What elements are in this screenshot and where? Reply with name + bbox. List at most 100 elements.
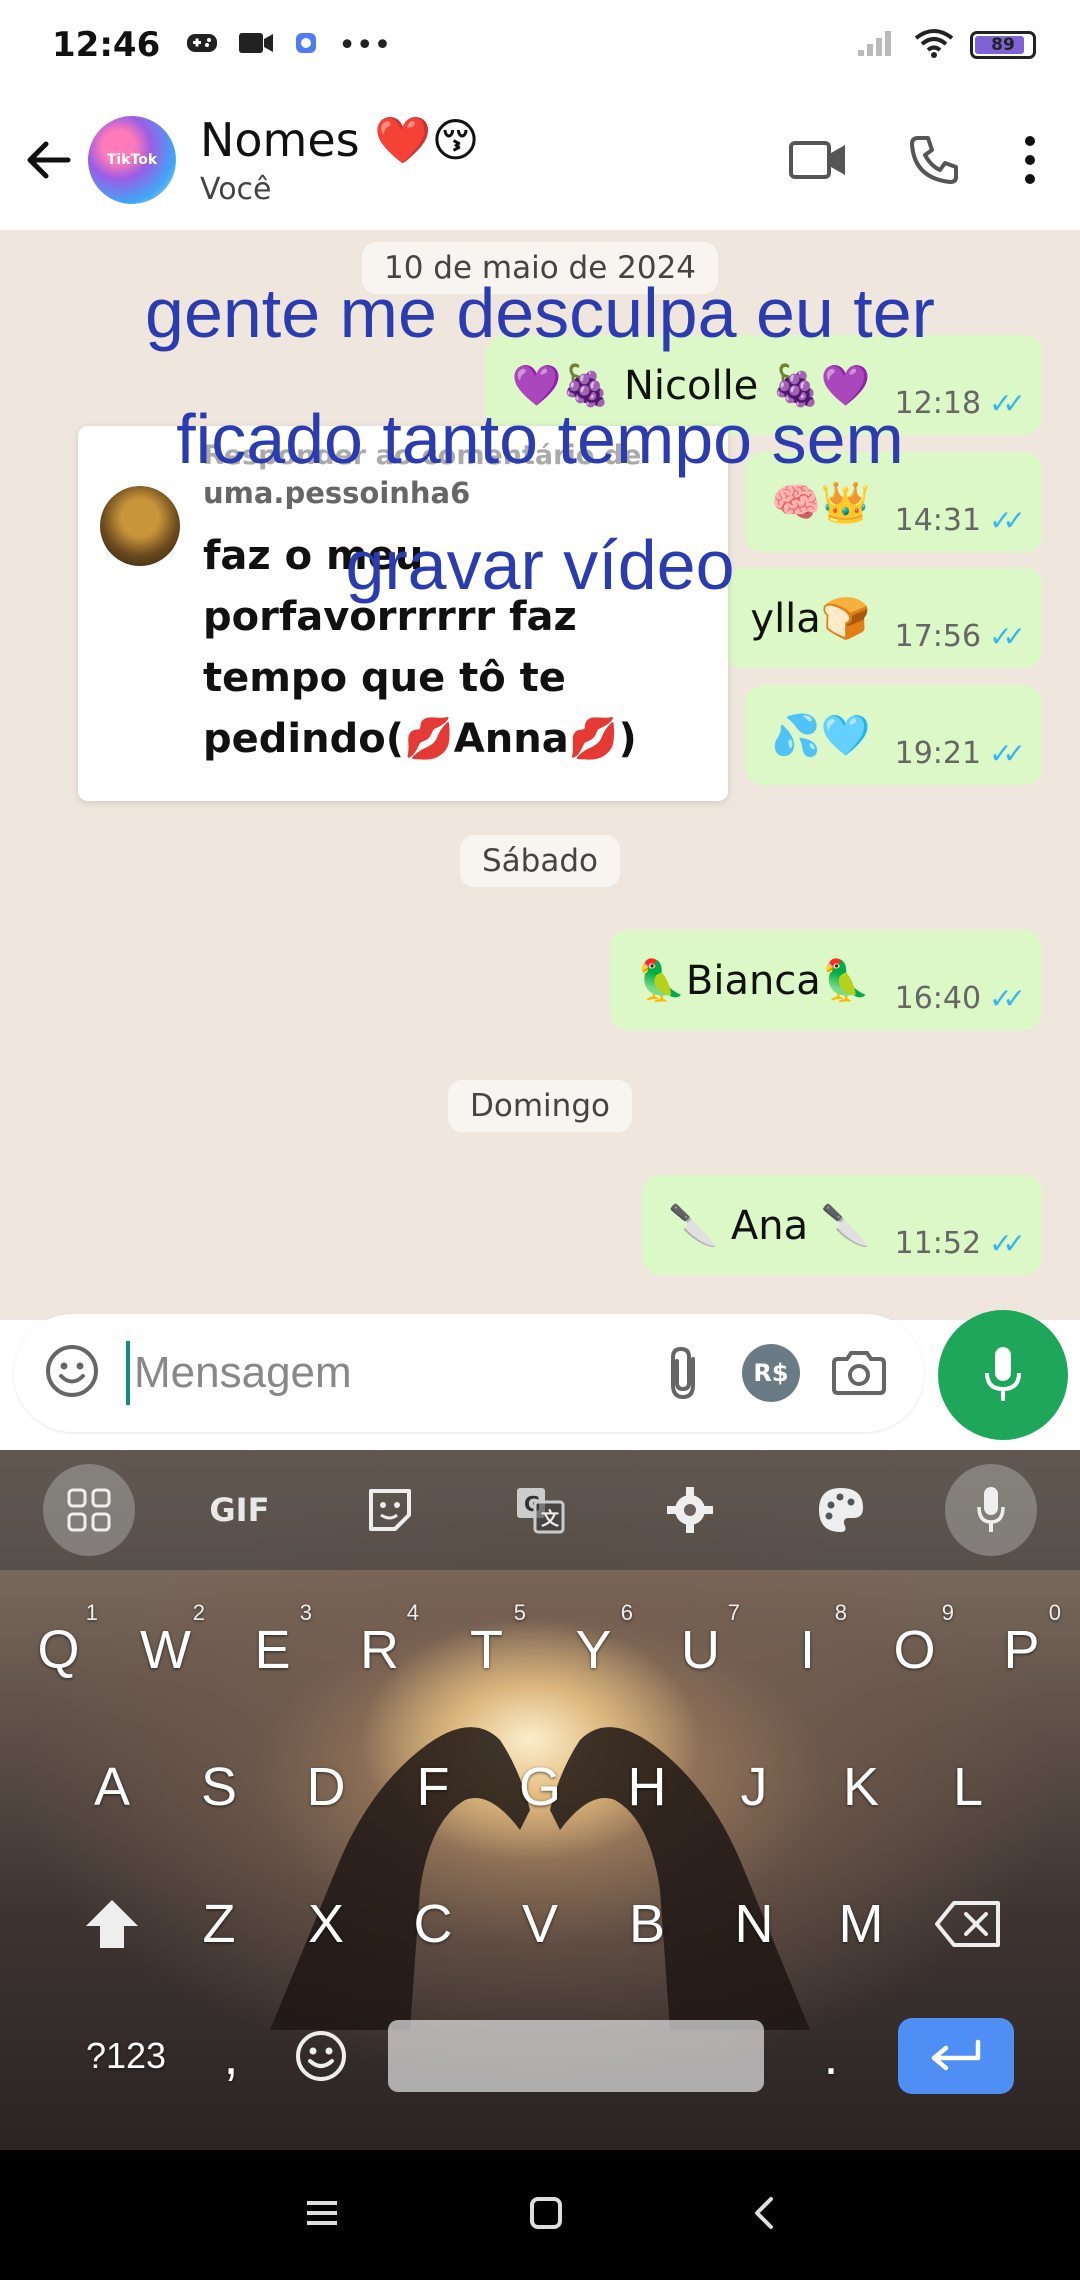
message-bubble[interactable]: 💜🍇 Nicolle 🍇💜 12:18 ✓✓ xyxy=(485,335,1042,435)
commenter-avatar xyxy=(100,486,180,566)
key-a[interactable]: A xyxy=(59,1727,166,1847)
key-q[interactable]: Q1 xyxy=(5,1590,112,1710)
key-r[interactable]: R4 xyxy=(326,1590,433,1710)
chat-header: TikTok Nomes ❤️😚 Você xyxy=(0,90,1080,230)
read-ticks-icon: ✓✓ xyxy=(989,1227,1026,1260)
key-period[interactable]: . xyxy=(786,1996,876,2116)
key-p[interactable]: P0 xyxy=(968,1590,1075,1710)
message-text: 🔪 Ana 🔪 xyxy=(668,1202,871,1249)
message-bubble[interactable]: 🦜Bianca🦜 16:40 ✓✓ xyxy=(610,930,1042,1030)
key-c[interactable]: C xyxy=(380,1864,487,1984)
payment-icon[interactable]: R$ xyxy=(736,1338,806,1408)
menu-kebab-icon[interactable] xyxy=(1010,120,1050,200)
enter-key[interactable] xyxy=(898,2018,1014,2094)
message-bubble[interactable]: 🔪 Ana 🔪 11:52 ✓✓ xyxy=(642,1175,1042,1275)
key-i[interactable]: I8 xyxy=(754,1590,861,1710)
keyboard-emoji-icon[interactable] xyxy=(276,1996,366,2116)
tiktok-reply-card: Responder ao comentário de uma.pessoinha… xyxy=(78,426,728,801)
spacebar[interactable] xyxy=(388,2020,764,2092)
keyboard-mic-icon[interactable] xyxy=(944,1464,1037,1556)
key-o[interactable]: O9 xyxy=(861,1590,968,1710)
key-u[interactable]: U7 xyxy=(647,1590,754,1710)
read-ticks-icon: ✓✓ xyxy=(989,620,1026,653)
signal-icon xyxy=(856,28,898,62)
gear-icon[interactable] xyxy=(644,1464,736,1556)
read-ticks-icon: ✓✓ xyxy=(989,504,1026,537)
enter-icon xyxy=(931,2039,981,2071)
message-time: 14:31 xyxy=(894,503,982,538)
voice-message-button[interactable] xyxy=(938,1310,1068,1440)
key-h[interactable]: H xyxy=(594,1727,701,1847)
key-row-2: A S D F G H J K L xyxy=(0,1727,1080,1847)
more-dots-icon: ••• xyxy=(338,27,392,63)
read-ticks-icon: ✓✓ xyxy=(989,982,1026,1015)
key-j[interactable]: J xyxy=(701,1727,808,1847)
camera-icon[interactable] xyxy=(824,1338,894,1408)
date-separator: 10 de maio de 2024 xyxy=(361,242,719,294)
emoji-icon[interactable] xyxy=(44,1343,100,1403)
date-separator: Domingo xyxy=(448,1080,632,1132)
key-k[interactable]: K xyxy=(808,1727,915,1847)
app-icon xyxy=(294,28,318,63)
message-bubble[interactable]: 🧠👑 14:31 ✓✓ xyxy=(745,452,1042,552)
palette-icon[interactable] xyxy=(795,1464,887,1556)
key-comma[interactable]: , xyxy=(186,1996,276,2116)
backspace-icon[interactable] xyxy=(915,1864,1022,1984)
system-nav-bar xyxy=(0,2150,1080,2280)
message-bubble[interactable]: ylla🍞 17:56 ✓✓ xyxy=(724,568,1042,668)
key-symbols[interactable]: ?123 xyxy=(66,1996,186,2116)
key-row-3: Z X C V B N M xyxy=(0,1864,1080,1984)
key-row-1: Q1 W2 E3 R4 T5 Y6 U7 I8 O9 P0 xyxy=(0,1590,1080,1710)
key-m[interactable]: M xyxy=(808,1864,915,1984)
message-time: 16:40 xyxy=(894,981,982,1016)
key-x[interactable]: X xyxy=(273,1864,380,1984)
key-l[interactable]: L xyxy=(915,1727,1022,1847)
message-time: 12:18 xyxy=(894,386,982,421)
key-t[interactable]: T5 xyxy=(433,1590,540,1710)
apps-icon[interactable] xyxy=(43,1464,136,1556)
message-time: 17:56 xyxy=(894,619,982,654)
home-square-icon[interactable] xyxy=(529,2196,563,2234)
sticker-icon[interactable] xyxy=(344,1464,436,1556)
message-text: 🦜Bianca🦜 xyxy=(636,957,871,1004)
wifi-icon xyxy=(914,28,954,62)
attach-paperclip-icon[interactable] xyxy=(648,1338,718,1408)
status-bar: 12:46 ••• 89 xyxy=(0,0,1080,90)
video-camera-icon xyxy=(238,28,274,63)
message-text: 🧠👑 xyxy=(771,479,871,526)
avatar[interactable]: TikTok xyxy=(88,116,176,204)
chat-title-block[interactable]: Nomes ❤️😚 Você xyxy=(200,113,479,207)
voice-call-icon[interactable] xyxy=(894,120,974,200)
key-y[interactable]: Y6 xyxy=(540,1590,647,1710)
key-d[interactable]: D xyxy=(273,1727,380,1847)
key-w[interactable]: W2 xyxy=(112,1590,219,1710)
key-f[interactable]: F xyxy=(380,1727,487,1847)
comment-text: faz o meu porfavorrrrrr faz tempo que tô… xyxy=(203,533,637,762)
avatar-label: TikTok xyxy=(106,152,158,168)
svg-text:文: 文 xyxy=(541,1508,560,1530)
shift-icon[interactable] xyxy=(59,1864,166,1984)
commenter-username: uma.pessoinha6 xyxy=(203,476,471,510)
message-input[interactable] xyxy=(134,1348,630,1398)
key-g[interactable]: G xyxy=(487,1727,594,1847)
message-text: 💦🩵 xyxy=(771,712,871,759)
key-v[interactable]: V xyxy=(487,1864,594,1984)
read-ticks-icon: ✓✓ xyxy=(989,737,1026,770)
message-bubble[interactable]: 💦🩵 19:21 ✓✓ xyxy=(745,685,1042,785)
message-time: 11:52 xyxy=(894,1226,982,1261)
gif-button[interactable]: GIF xyxy=(193,1464,285,1556)
key-z[interactable]: Z xyxy=(166,1864,273,1984)
video-call-icon[interactable] xyxy=(778,120,858,200)
back-triangle-icon[interactable] xyxy=(753,2196,775,2234)
chat-subtitle: Você xyxy=(200,172,272,207)
key-e[interactable]: E3 xyxy=(219,1590,326,1710)
recents-menu-icon[interactable] xyxy=(305,2199,339,2231)
keyboard-toolbar: GIF G文 xyxy=(0,1450,1080,1570)
message-time: 19:21 xyxy=(894,736,982,771)
key-n[interactable]: N xyxy=(701,1864,808,1984)
key-b[interactable]: B xyxy=(594,1864,701,1984)
back-arrow-icon[interactable] xyxy=(18,130,78,190)
translate-icon[interactable]: G文 xyxy=(494,1464,586,1556)
mic-icon xyxy=(985,1347,1021,1401)
key-s[interactable]: S xyxy=(166,1727,273,1847)
